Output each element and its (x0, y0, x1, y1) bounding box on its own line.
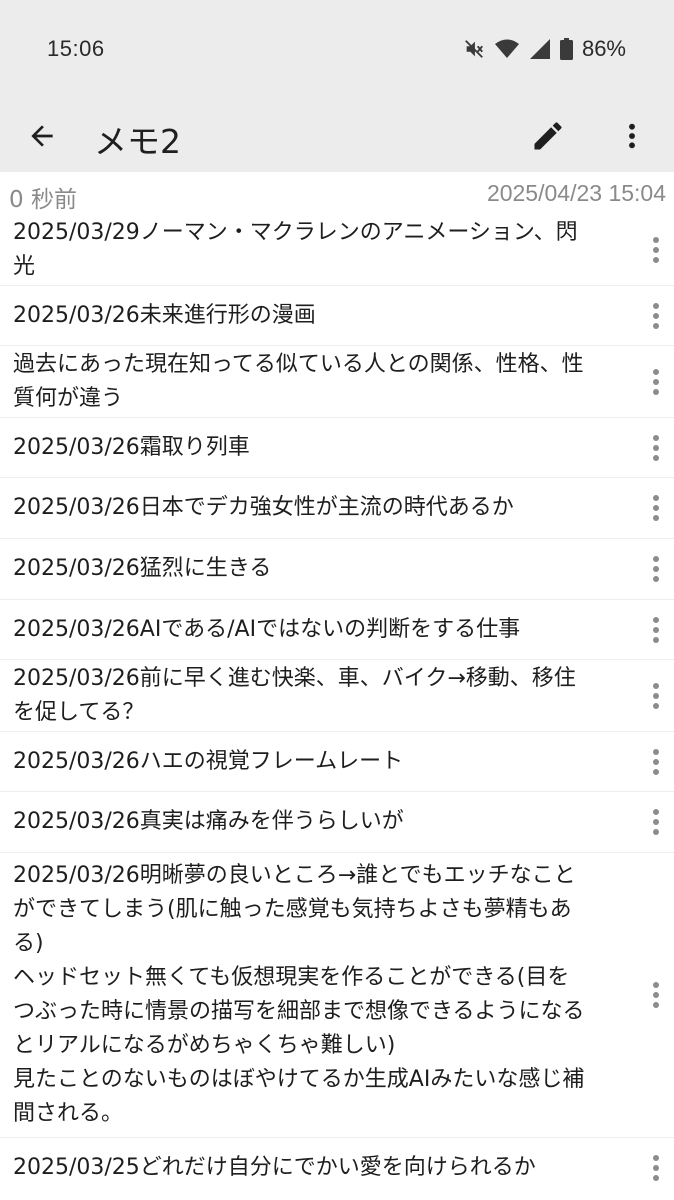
memo-timestamp: 2025/04/23 15:04 (486, 180, 666, 206)
list-item[interactable]: 2025/03/26真実は痛みを伴うらしいが (0, 792, 674, 853)
more-vertical-icon (653, 434, 659, 461)
item-menu-button[interactable] (644, 362, 668, 402)
arrow-left-icon (31, 125, 53, 147)
list-item[interactable]: 2025/03/26AIである/AIではないの判断をする仕事 (0, 600, 674, 660)
battery-percentage: 86% (581, 36, 626, 61)
list-item-text: 2025/03/26未来進行形の漫画 (13, 302, 316, 328)
list-item[interactable]: 2025/03/29ノーマン・マクラレンのアニメーション、閃光 (0, 214, 674, 286)
item-menu-button[interactable] (644, 230, 668, 270)
page-title: メモ2 (94, 122, 181, 161)
list-item-text: 2025/03/26AIである/AIではないの判断をする仕事 (13, 616, 521, 642)
memo-list: 2025/03/29ノーマン・マクラレンのアニメーション、閃光 2025/03/… (0, 214, 674, 1198)
item-menu-button[interactable] (644, 549, 668, 589)
more-vertical-icon (653, 616, 659, 643)
more-vertical-icon (653, 682, 659, 709)
relative-time: 0 秒前 (9, 187, 77, 213)
list-item-text: 2025/03/26前に早く進む快楽、車、バイク→移動、移住を促してる？ (13, 665, 576, 725)
list-item-text: 過去にあった現在知ってる似ている人との関係、性格、性質何が違う (13, 351, 584, 411)
back-button[interactable] (18, 112, 66, 160)
list-item[interactable]: 2025/03/26日本でデカ強女性が主流の時代あるか (0, 478, 674, 539)
list-item-text: 2025/03/26明晰夢の良いところ→誰とでもエッチなことができてしまう(肌に… (13, 863, 585, 1126)
mute-icon (463, 38, 485, 60)
list-item[interactable]: 過去にあった現在知ってる似ている人との関係、性格、性質何が違う (0, 346, 674, 418)
list-item-text: 2025/03/26真実は痛みを伴うらしいが (13, 809, 404, 834)
memo-info-row: 0 秒前 2025/04/23 15:04 (0, 172, 674, 214)
cellular-signal-icon (529, 38, 551, 60)
more-vertical-icon (653, 302, 659, 329)
list-item-text: 2025/03/25どれだけ自分にでかい愛を向けられるか (13, 1155, 536, 1180)
more-options-button[interactable] (608, 112, 656, 160)
more-vertical-icon (653, 1155, 659, 1181)
more-vertical-icon (653, 236, 659, 263)
item-menu-button[interactable] (644, 296, 668, 336)
more-vertical-icon (629, 123, 635, 149)
item-menu-button[interactable] (644, 428, 668, 468)
list-item-text: 2025/03/26日本でデカ強女性が主流の時代あるか (13, 495, 514, 520)
item-menu-button[interactable] (644, 676, 668, 716)
list-item[interactable]: 2025/03/25どれだけ自分にでかい愛を向けられるか (0, 1138, 674, 1198)
list-item-text: 2025/03/26ハエの視覚フレームレート (13, 748, 404, 774)
item-menu-button[interactable] (644, 802, 668, 842)
list-item[interactable]: 2025/03/26猛烈に生きる (0, 539, 674, 600)
status-bar: 15:06 86% (0, 0, 674, 100)
wifi-icon (494, 38, 520, 60)
item-menu-button[interactable] (644, 742, 668, 782)
item-menu-button[interactable] (644, 1148, 668, 1188)
item-menu-button[interactable] (644, 610, 668, 650)
list-item[interactable]: 2025/03/26ハエの視覚フレームレート (0, 732, 674, 792)
more-vertical-icon (653, 556, 659, 582)
list-item[interactable]: 2025/03/26霜取り列車 (0, 418, 674, 478)
list-item-text: 2025/03/26猛烈に生きる (13, 556, 272, 581)
list-item[interactable]: 2025/03/26未来進行形の漫画 (0, 286, 674, 346)
more-vertical-icon (653, 982, 659, 1008)
more-vertical-icon (653, 368, 659, 395)
list-item[interactable]: 2025/03/26明晰夢の良いところ→誰とでもエッチなことができてしまう(肌に… (0, 853, 674, 1138)
app-bar: メモ2 (0, 100, 674, 172)
list-item-text: 2025/03/26霜取り列車 (13, 434, 250, 460)
edit-button[interactable] (524, 112, 572, 160)
more-vertical-icon (653, 495, 659, 521)
item-menu-button[interactable] (644, 488, 668, 528)
battery-icon (559, 38, 573, 60)
more-vertical-icon (653, 809, 659, 835)
status-icons: 86% (463, 34, 626, 64)
list-item-text: 2025/03/29ノーマン・マクラレンのアニメーション、閃光 (13, 219, 578, 279)
list-item[interactable]: 2025/03/26前に早く進む快楽、車、バイク→移動、移住を促してる？ (0, 660, 674, 732)
status-time: 15:06 (47, 36, 105, 61)
item-menu-button[interactable] (644, 975, 668, 1015)
pencil-icon (534, 122, 562, 150)
more-vertical-icon (653, 748, 659, 775)
